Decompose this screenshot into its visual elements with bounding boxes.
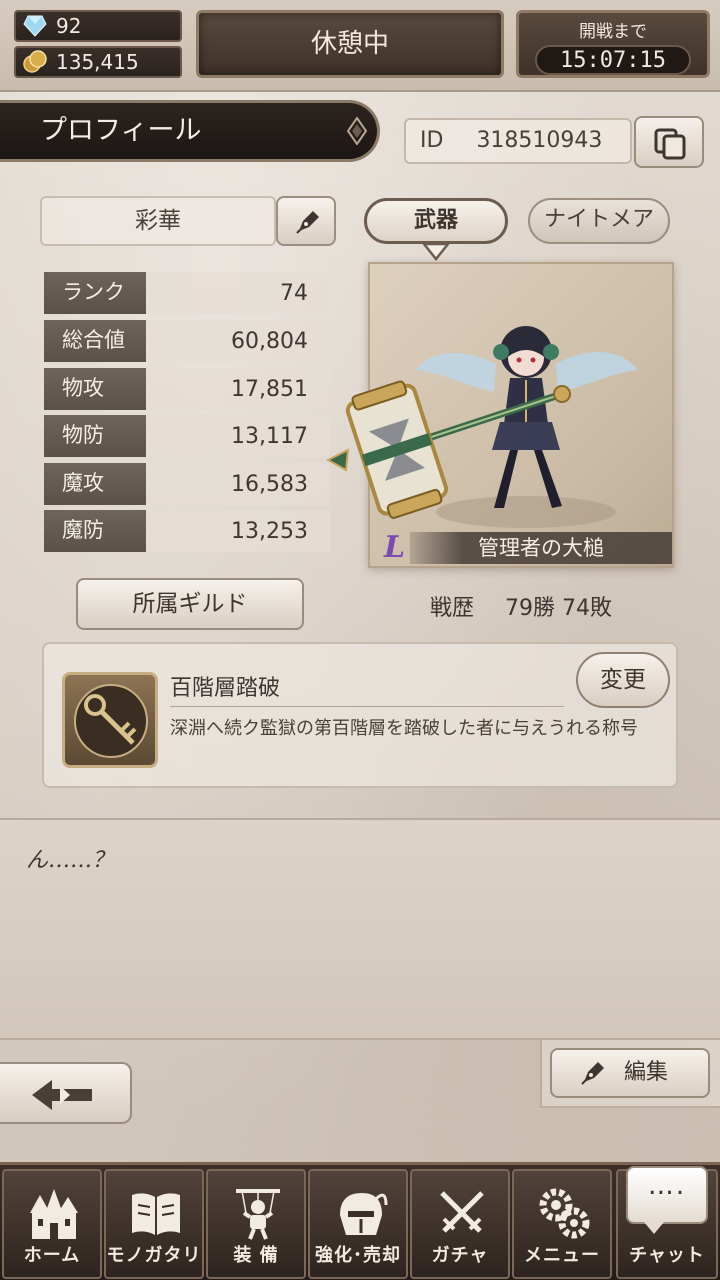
tab-nightmare[interactable]: ナイトメア (528, 198, 670, 244)
tab-weapon-label: 武器 (413, 208, 458, 233)
crossed-swords-icon (440, 1191, 484, 1233)
timer-value: 15:07:15 (535, 45, 691, 75)
back-arrow-icon (32, 1080, 92, 1110)
nav-label: 装 備 (233, 1245, 279, 1266)
id-value: 318510943 (476, 128, 603, 153)
edit-label: 編集 (624, 1060, 669, 1085)
nav-label: 強化･売却 (315, 1245, 401, 1266)
stat-label: ランク (44, 272, 146, 314)
nav-label: メニュー (524, 1245, 600, 1266)
profile-title-tab: プロフィール (0, 100, 380, 162)
stat-value: 16,583 (231, 472, 308, 497)
stat-label: 魔防 (44, 510, 146, 552)
stat-label: 物防 (44, 415, 146, 457)
stat-value: 13,253 (231, 519, 308, 544)
stat-row-phys-def: 物防 13,117 (44, 415, 330, 457)
bottom-navigation: ホーム モノガタリ 装 備 強化･売却 ガチャ メニュー チャット (0, 1162, 720, 1280)
player-name-box: 彩華 (40, 196, 276, 246)
tab-weapon[interactable]: 武器 (364, 198, 508, 244)
coin-counter: 135,415 (14, 46, 182, 78)
stat-value: 17,851 (231, 377, 308, 402)
change-title-label: 変更 (600, 667, 646, 693)
nav-monogatari[interactable]: モノガタリ (104, 1169, 204, 1279)
title-description: 深淵へ続ク監獄の第百階層を踏破した者に与えうれる称号 (170, 718, 638, 739)
title-name: 百階層踏破 (170, 676, 281, 701)
record-value: 79勝 74敗 (505, 596, 612, 621)
profile-comment: ん……？ (26, 848, 115, 873)
edit-profile-button[interactable]: 編集 (550, 1048, 710, 1098)
title-emblem (62, 672, 158, 768)
nav-label: モノガタリ (106, 1245, 202, 1266)
coin-icon (23, 50, 47, 73)
stat-label: 総合値 (44, 320, 146, 362)
battle-record: 戦歴 79勝 74敗 (430, 590, 612, 622)
pen-icon (296, 211, 319, 234)
player-id-box: ID 318510943 (404, 118, 632, 164)
nav-equipment[interactable]: 装 備 (206, 1169, 306, 1279)
stat-row-rank: ランク 74 (44, 272, 330, 314)
puppet-icon (236, 1189, 280, 1240)
change-title-button[interactable]: 変更 (576, 652, 670, 708)
chat-bubble-text: …. (647, 1171, 687, 1201)
id-label: ID (420, 128, 444, 153)
nav-label: チャット (629, 1245, 705, 1266)
profile-comment-area: ん……？ (0, 818, 720, 1040)
stat-label: 物攻 (44, 368, 146, 410)
nav-label: ガチャ (431, 1245, 489, 1266)
nav-enhance-sell[interactable]: 強化･売却 (308, 1169, 408, 1279)
guild-button-label: 所属ギルド (132, 591, 248, 617)
divider (170, 706, 564, 707)
key-icon (74, 684, 148, 758)
stat-value: 60,804 (231, 329, 308, 354)
record-label: 戦歴 (430, 596, 475, 621)
gem-counter: 92 (14, 10, 182, 42)
stat-value: 13,117 (231, 424, 308, 449)
top-bar: 92 135,415 休憩中 開戦まで 15:07:15 (0, 0, 720, 92)
coin-count: 135,415 (56, 50, 139, 74)
guild-button[interactable]: 所属ギルド (76, 578, 304, 630)
ornament-icon (347, 117, 367, 145)
crystal-icon (23, 15, 47, 37)
rarity-badge: L (384, 530, 406, 565)
stat-row-phys-atk: 物攻 17,851 (44, 368, 330, 410)
pen-icon (581, 1062, 604, 1085)
chat-bubble-icon[interactable]: …. (626, 1166, 708, 1234)
profile-title: プロフィール (40, 115, 202, 146)
timer-label: 開戦まで (579, 22, 647, 42)
guild-battle-status[interactable]: 休憩中 (196, 10, 504, 78)
book-icon (132, 1193, 180, 1235)
stat-value: 74 (280, 281, 308, 306)
weapon-name: 管理者の大槌 (410, 532, 672, 564)
nav-menu[interactable]: メニュー (512, 1169, 612, 1279)
stat-row-mag-atk: 魔攻 16,583 (44, 463, 330, 505)
status-label: 休憩中 (310, 29, 389, 59)
battle-timer: 開戦まで 15:07:15 (516, 10, 710, 78)
castle-icon (30, 1189, 78, 1239)
helmet-icon (340, 1193, 388, 1235)
stat-row-mag-def: 魔防 13,253 (44, 510, 330, 552)
copy-id-button[interactable] (634, 116, 704, 168)
copy-icon (654, 128, 686, 160)
gears-icon (539, 1188, 590, 1239)
player-name: 彩華 (135, 208, 181, 234)
back-button[interactable] (0, 1062, 132, 1124)
tab-pointer-icon (421, 242, 451, 262)
title-card: 百階層踏破 深淵へ続ク監獄の第百階層を踏破した者に与えうれる称号 変更 (42, 642, 678, 788)
nav-label: ホーム (23, 1245, 81, 1266)
stat-label: 魔攻 (44, 463, 146, 505)
weapon-card[interactable]: L 管理者の大槌 (326, 262, 674, 568)
edit-name-button[interactable] (276, 196, 336, 246)
stat-row-total: 総合値 60,804 (44, 320, 330, 362)
gem-count: 92 (56, 14, 82, 38)
weapon-character-illustration (326, 326, 638, 528)
nav-gacha[interactable]: ガチャ (410, 1169, 510, 1279)
nav-home[interactable]: ホーム (2, 1169, 102, 1279)
tab-nightmare-label: ナイトメア (543, 207, 654, 232)
